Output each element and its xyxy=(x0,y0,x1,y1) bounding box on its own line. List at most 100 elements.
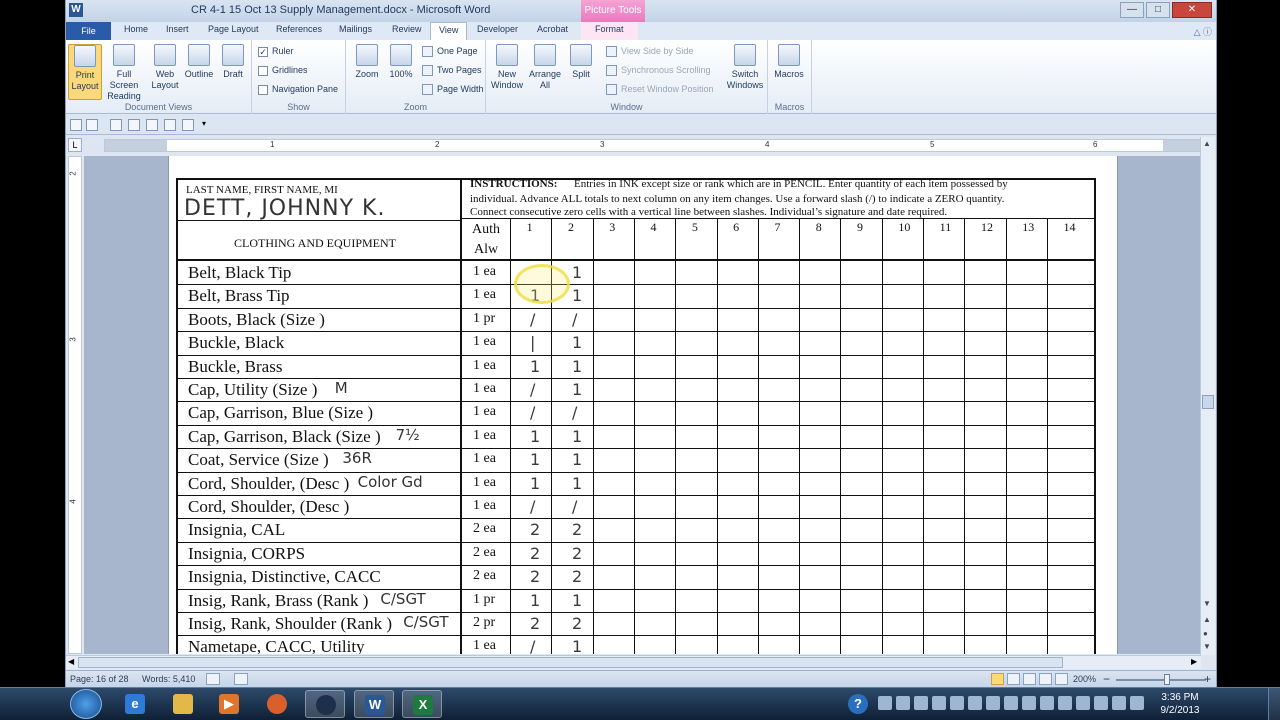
page-width-button[interactable]: Page Width xyxy=(422,84,484,96)
tray-icon[interactable] xyxy=(878,696,892,710)
synchronous-scrolling-button[interactable]: Synchronous Scrolling xyxy=(606,65,711,77)
tray-icon[interactable] xyxy=(986,696,1000,710)
redo-icon[interactable] xyxy=(110,119,122,131)
supply-form-image[interactable]: LAST NAME, FIRST NAME, MI DETT, JOHNNY K… xyxy=(176,170,1101,654)
taskbar-excel[interactable]: X xyxy=(402,690,442,718)
tab-acrobat[interactable]: Acrobat xyxy=(537,24,568,34)
one-page-button[interactable]: One Page xyxy=(422,46,478,58)
vertical-ruler[interactable]: 2 3 4 xyxy=(68,156,82,654)
tab-file[interactable]: File xyxy=(66,22,111,40)
scroll-down-icon[interactable]: ▼ xyxy=(1203,599,1211,608)
taskbar-word[interactable]: W xyxy=(354,690,394,718)
print-layout-button[interactable]: Print Layout xyxy=(68,44,102,100)
tray-icon[interactable] xyxy=(914,696,928,710)
help-icon[interactable]: △ ⓘ xyxy=(1194,25,1212,38)
document-page[interactable]: LAST NAME, FIRST NAME, MI DETT, JOHNNY K… xyxy=(168,156,1118,654)
new-doc-icon[interactable] xyxy=(128,119,140,131)
navigation-pane-checkbox[interactable]: Navigation Pane xyxy=(258,84,338,95)
tab-references[interactable]: References xyxy=(276,24,322,34)
vertical-scrollbar[interactable]: ▲ ▼ ▲ ● ▼ xyxy=(1200,137,1215,655)
arrange-all-button[interactable]: Arrange All xyxy=(526,44,564,91)
save-icon[interactable] xyxy=(70,119,82,131)
two-pages-button[interactable]: Two Pages xyxy=(422,65,482,77)
switch-windows-button[interactable]: Switch Windows xyxy=(726,44,764,91)
tab-page-layout[interactable]: Page Layout xyxy=(208,24,259,34)
outline-button[interactable]: Outline xyxy=(182,44,216,80)
gridlines-checkbox[interactable]: Gridlines xyxy=(258,65,308,76)
vertical-scroll-thumb[interactable] xyxy=(1202,395,1214,409)
view-side-by-side-button[interactable]: View Side by Side xyxy=(606,46,693,58)
tab-view[interactable]: View xyxy=(430,22,468,40)
tray-icon[interactable] xyxy=(968,696,982,710)
volume-icon[interactable] xyxy=(1130,696,1144,710)
new-window-button[interactable]: New Window xyxy=(490,44,524,91)
zoom-in-icon[interactable]: + xyxy=(1204,672,1211,686)
zoom-100-button[interactable]: 100% xyxy=(384,44,418,80)
macro-record-icon[interactable] xyxy=(234,673,248,685)
draft-view-icon[interactable] xyxy=(1055,673,1068,685)
maximize-button[interactable]: □ xyxy=(1146,2,1170,18)
close-button[interactable]: ✕ xyxy=(1172,2,1212,18)
ruler-checkbox[interactable]: ✓ Ruler xyxy=(258,46,294,57)
tab-home[interactable]: Home xyxy=(124,24,148,34)
taskbar-media-player[interactable]: ▶ xyxy=(209,690,249,718)
horizontal-scrollbar[interactable]: ◀ ▶ xyxy=(66,655,1201,669)
zoom-button[interactable]: Zoom xyxy=(350,44,384,80)
split-button[interactable]: Split xyxy=(564,44,598,80)
zoom-slider-thumb[interactable] xyxy=(1164,674,1170,685)
full-screen-reading-button[interactable]: Full Screen Reading xyxy=(104,44,144,102)
prev-page-icon[interactable]: ▲ xyxy=(1203,615,1211,624)
scroll-left-icon[interactable]: ◀ xyxy=(68,657,74,666)
tab-format[interactable]: Format xyxy=(581,22,638,40)
undo-icon[interactable] xyxy=(86,119,98,131)
customize-qat-icon[interactable]: ▾ xyxy=(202,119,214,131)
tray-icon[interactable] xyxy=(896,696,910,710)
tray-icon[interactable] xyxy=(1058,696,1072,710)
tab-insert[interactable]: Insert xyxy=(166,24,189,34)
help-icon[interactable]: ? xyxy=(848,694,868,714)
horizontal-ruler[interactable]: 1 2 3 4 5 6 xyxy=(104,139,1204,152)
tab-mailings[interactable]: Mailings xyxy=(339,24,372,34)
macros-button[interactable]: Macros xyxy=(772,44,806,80)
zoom-slider[interactable] xyxy=(1116,679,1206,681)
clock[interactable]: 3:36 PM 9/2/2013 xyxy=(1150,691,1210,717)
next-page-icon[interactable]: ▼ xyxy=(1203,642,1211,651)
web-layout-button[interactable]: Web Layout xyxy=(148,44,182,91)
show-desktop-button[interactable] xyxy=(1268,688,1280,720)
taskbar-recorder[interactable] xyxy=(305,690,345,718)
scroll-right-icon[interactable]: ▶ xyxy=(1191,657,1197,666)
reset-window-position-button[interactable]: Reset Window Position xyxy=(606,84,714,96)
zoom-out-icon[interactable]: − xyxy=(1103,672,1110,686)
draft-button[interactable]: Draft xyxy=(216,44,250,80)
tray-icon[interactable] xyxy=(932,696,946,710)
spelling-icon[interactable] xyxy=(146,119,158,131)
start-button[interactable] xyxy=(70,689,102,719)
minimize-button[interactable]: — xyxy=(1120,2,1144,18)
full-screen-view-icon[interactable] xyxy=(1007,673,1020,685)
web-layout-view-icon[interactable] xyxy=(1023,673,1036,685)
tray-icon[interactable] xyxy=(1004,696,1018,710)
select-browse-object-icon[interactable]: ● xyxy=(1203,629,1208,638)
print-layout-view-icon[interactable] xyxy=(991,673,1004,685)
tray-icon[interactable] xyxy=(1076,696,1090,710)
scroll-up-icon[interactable]: ▲ xyxy=(1203,139,1211,148)
tab-developer[interactable]: Developer xyxy=(477,24,518,34)
word-count[interactable]: Words: 5,410 xyxy=(142,674,195,684)
proofing-icon[interactable] xyxy=(206,673,220,685)
page-count[interactable]: Page: 16 of 28 xyxy=(70,674,129,684)
network-icon[interactable] xyxy=(1112,696,1126,710)
tray-icon[interactable] xyxy=(1094,696,1108,710)
tab-review[interactable]: Review xyxy=(392,24,422,34)
taskbar-explorer[interactable] xyxy=(163,690,203,718)
taskbar-firefox[interactable] xyxy=(257,690,297,718)
draw-icon[interactable] xyxy=(182,119,194,131)
tab-selector[interactable]: L xyxy=(68,138,82,152)
tray-icon[interactable] xyxy=(1022,696,1036,710)
word-app-icon[interactable]: W xyxy=(69,3,83,17)
tray-icon[interactable] xyxy=(1040,696,1054,710)
horizontal-scroll-thumb[interactable] xyxy=(78,657,1063,668)
taskbar-ie[interactable]: e xyxy=(115,690,155,718)
zoom-level[interactable]: 200% xyxy=(1073,674,1096,684)
print-preview-icon[interactable] xyxy=(164,119,176,131)
tray-icon[interactable] xyxy=(950,696,964,710)
